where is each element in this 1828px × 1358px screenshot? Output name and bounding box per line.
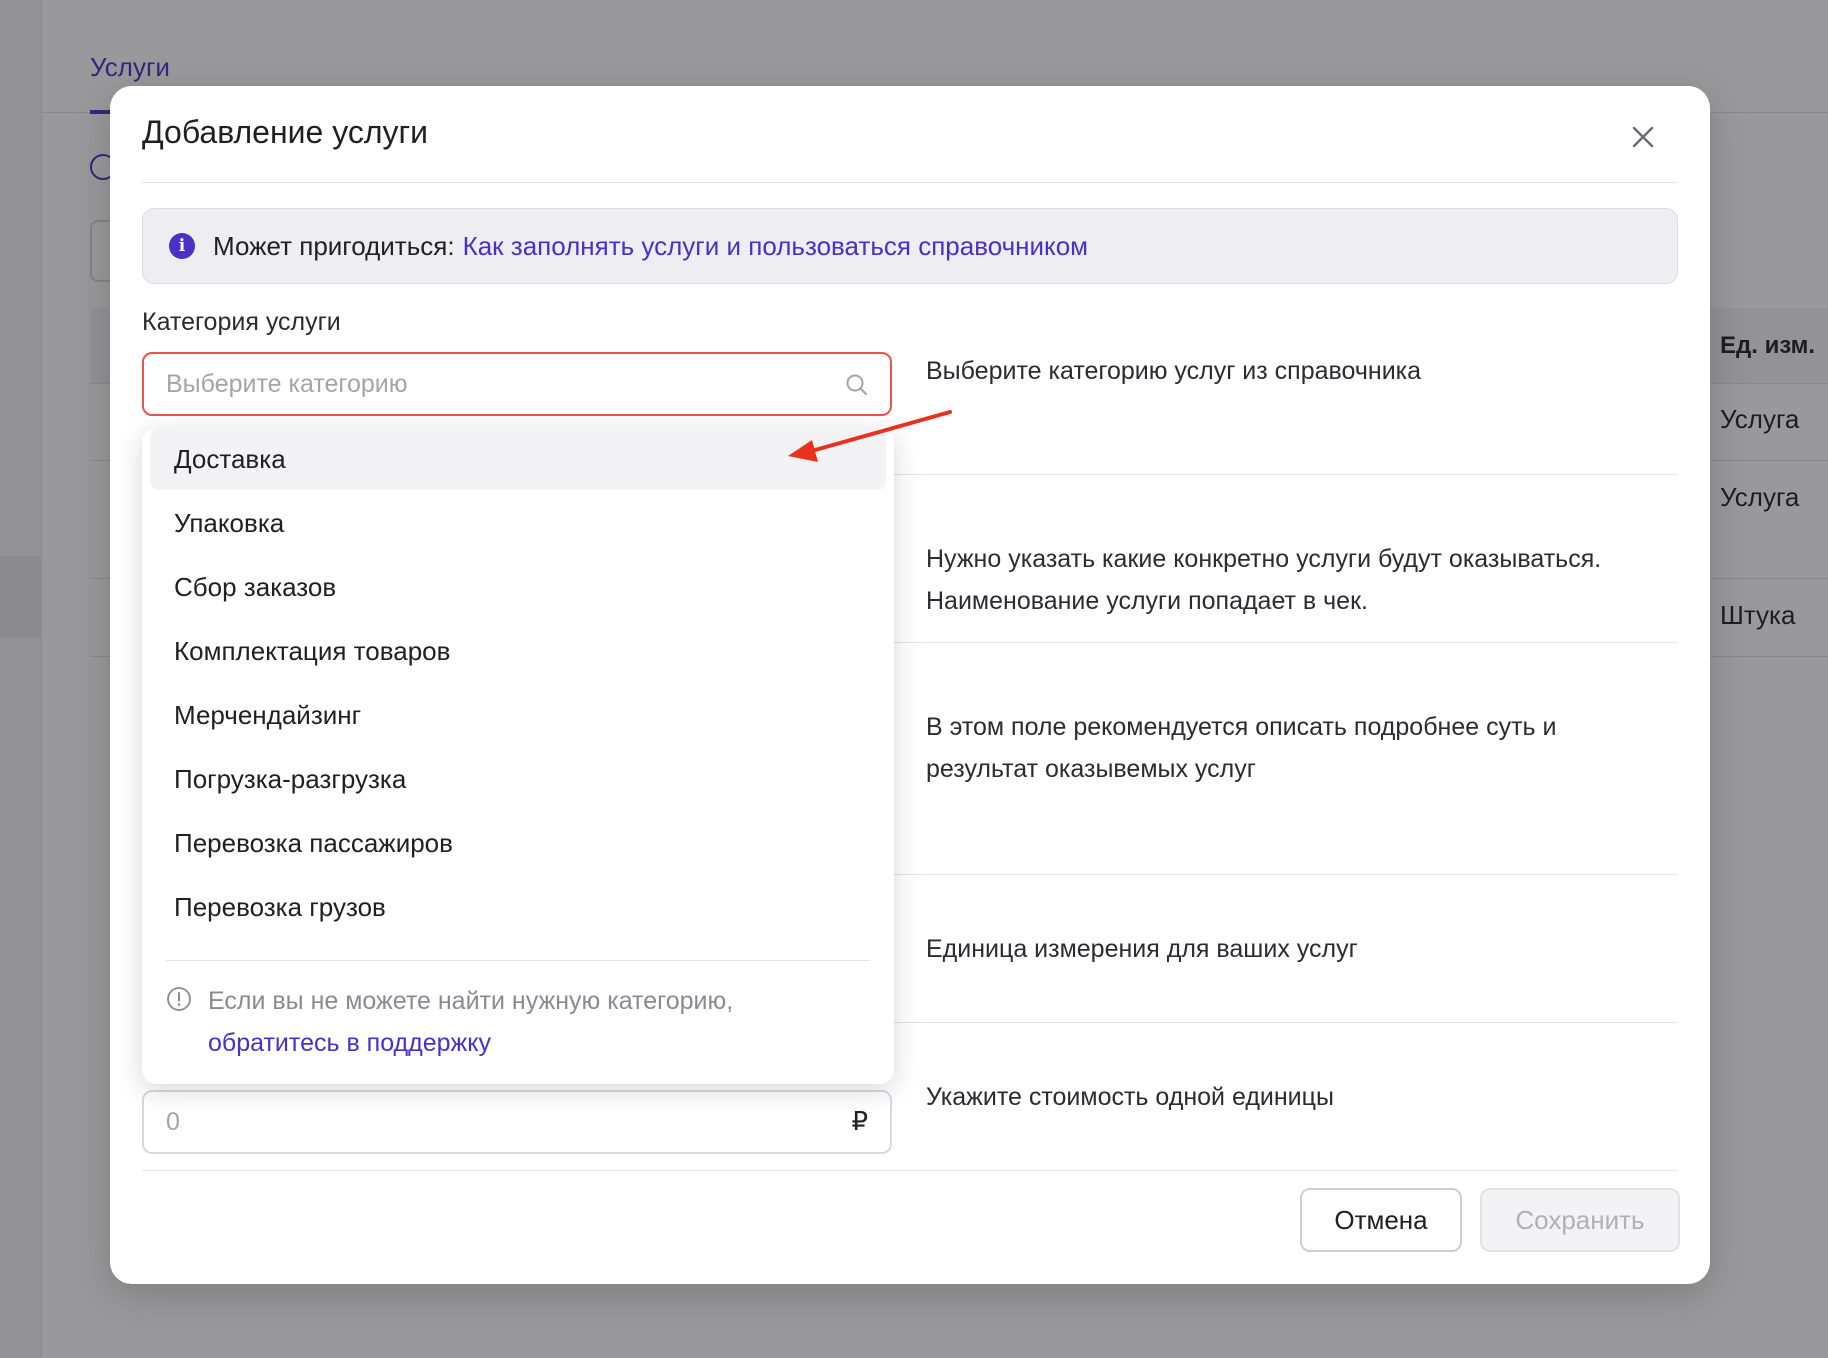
row-divider: [894, 642, 1678, 643]
dropdown-option[interactable]: Перевозка пассажиров: [150, 812, 886, 874]
search-icon: [844, 372, 870, 398]
close-button[interactable]: [1628, 122, 1658, 152]
price-input[interactable]: 0 ₽: [142, 1090, 892, 1154]
cancel-button[interactable]: Отмена: [1300, 1188, 1462, 1252]
dropdown-option[interactable]: Перевозка грузов: [150, 876, 886, 938]
description-hint: В этом поле рекомендуется описать подроб…: [926, 713, 1557, 783]
info-prefix: Может пригодиться:: [213, 230, 455, 261]
close-icon: [1632, 126, 1654, 148]
support-link[interactable]: обратитесь в поддержку: [208, 1022, 866, 1064]
price-hint: Укажите стоимость одной единицы: [926, 1083, 1334, 1111]
category-hint: Выберите категорию услуг из справочника: [926, 357, 1422, 385]
dropdown-option[interactable]: Погрузка-разгрузка: [150, 748, 886, 810]
alert-circle-icon: [166, 986, 192, 1012]
footer-divider: [142, 1170, 1678, 1171]
add-service-modal: Добавление услуги i Может пригодиться: К…: [110, 86, 1710, 1284]
help-link[interactable]: Как заполнять услуги и пользоваться спра…: [463, 231, 1088, 262]
info-banner: i Может пригодиться: Как заполнять услуг…: [142, 208, 1678, 284]
dropdown-option[interactable]: Сбор заказов: [150, 556, 886, 618]
info-icon: i: [169, 233, 195, 259]
dropdown-option[interactable]: Мерчендайзинг: [150, 684, 886, 746]
category-dropdown: Доставка Упаковка Сбор заказов Комплекта…: [142, 428, 894, 1084]
name-hint: Нужно указать какие конкретно услуги буд…: [926, 545, 1602, 615]
category-select[interactable]: Выберите категорию: [142, 352, 892, 416]
price-placeholder: 0: [166, 1107, 180, 1136]
dropdown-option[interactable]: Упаковка: [150, 492, 886, 554]
dropdown-divider: [166, 960, 870, 961]
modal-title: Добавление услуги: [142, 114, 429, 150]
category-placeholder: Выберите категорию: [166, 369, 408, 398]
dropdown-option[interactable]: Доставка: [150, 428, 886, 490]
ruble-icon: ₽: [851, 1106, 868, 1136]
row-divider: [894, 1022, 1678, 1023]
dropdown-footer: Если вы не можете найти нужную категорию…: [166, 980, 866, 1064]
header-divider: [142, 182, 1678, 183]
dropdown-footer-text: Если вы не можете найти нужную категорию…: [208, 987, 734, 1015]
row-divider: [894, 874, 1678, 875]
save-button[interactable]: Сохранить: [1480, 1188, 1680, 1252]
unit-hint: Единица измерения для ваших услуг: [926, 935, 1358, 963]
category-label: Категория услуги: [142, 308, 341, 336]
dropdown-option[interactable]: Комплектация товаров: [150, 620, 886, 682]
row-divider: [894, 474, 1678, 475]
